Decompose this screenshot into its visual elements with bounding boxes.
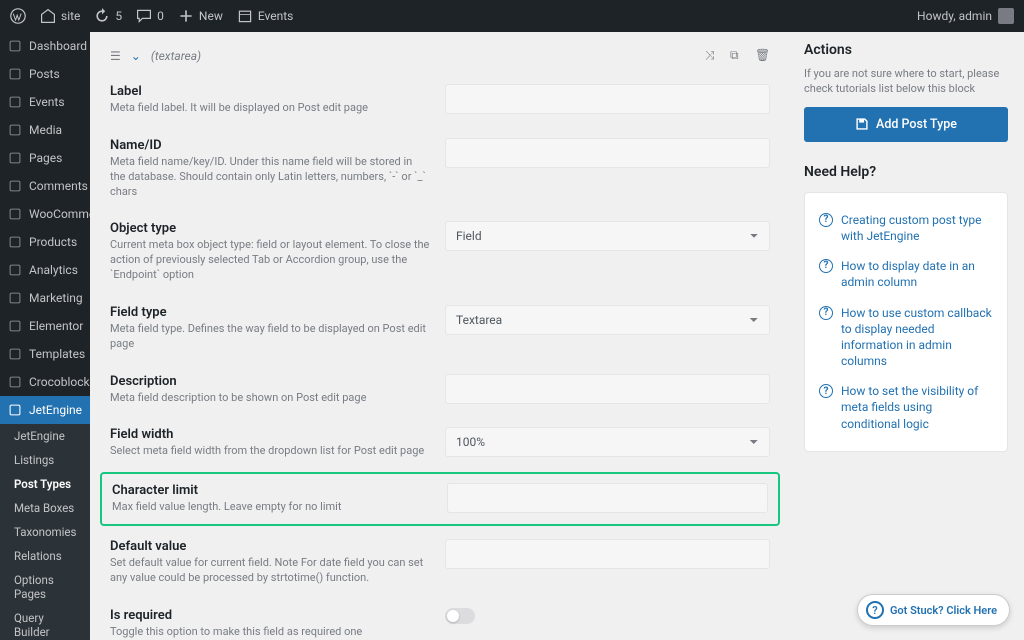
sidebar-item-analytics[interactable]: Analytics — [0, 256, 90, 284]
help-link-3[interactable]: ?How to set the visibility of meta field… — [819, 376, 993, 439]
objtype-desc: Current meta box object type: field or l… — [110, 238, 430, 283]
fieldtype-desc: Meta field type. Defines the way field t… — [110, 322, 430, 352]
question-icon: ? — [819, 384, 833, 398]
description-desc: Meta field description to be shown on Po… — [110, 391, 430, 406]
sidebar-sub-post-types[interactable]: Post Types — [0, 472, 90, 496]
save-icon — [855, 117, 869, 131]
site-link[interactable]: site — [40, 8, 80, 24]
sidebar-sub-taxonomies[interactable]: Taxonomies — [0, 520, 90, 544]
required-label: Is required — [110, 608, 430, 623]
nameid-desc: Meta field name/key/ID. Under this name … — [110, 155, 430, 200]
avatar — [998, 8, 1014, 24]
description-label: Description — [110, 374, 430, 389]
nameid-label: Name/ID — [110, 138, 430, 153]
default-input[interactable] — [445, 539, 770, 569]
sidebar-item-woocommerce[interactable]: WooCommerce — [0, 200, 90, 228]
sidebar-item-elementor[interactable]: Elementor — [0, 312, 90, 340]
shuffle-icon[interactable]: ⤨ — [705, 48, 720, 63]
got-stuck-button[interactable]: ? Got Stuck? Click Here — [857, 594, 1010, 626]
new-link[interactable]: New — [178, 8, 223, 24]
updates-link[interactable]: 5 — [94, 8, 122, 24]
default-desc: Set default value for current field. Not… — [110, 556, 430, 586]
label-desc: Meta field label. It will be displayed o… — [110, 101, 430, 116]
sidebar-sub-listings[interactable]: Listings — [0, 448, 90, 472]
sidebar-sub-query-builder[interactable]: Query Builder — [0, 606, 90, 640]
charlimit-input[interactable] — [447, 483, 768, 513]
collapse-arrow-icon[interactable]: ⌄ — [131, 49, 141, 63]
description-input[interactable] — [445, 374, 770, 404]
label-label: Label — [110, 84, 430, 99]
question-icon: ? — [819, 213, 833, 227]
sidebar-item-jetengine[interactable]: JetEngine — [0, 396, 90, 424]
objtype-label: Object type — [110, 221, 430, 236]
question-icon: ? — [819, 306, 833, 320]
sidebar-item-crocoblock[interactable]: Crocoblock — [0, 368, 90, 396]
required-desc: Toggle this option to make this field as… — [110, 625, 430, 640]
help-link-2[interactable]: ?How to use custom callback to display n… — [819, 298, 993, 377]
sidebar-item-media[interactable]: Media — [0, 116, 90, 144]
objtype-select[interactable]: Field — [445, 221, 770, 251]
sidebar-sub-jetengine[interactable]: JetEngine — [0, 424, 90, 448]
sidebar-sub-options-pages[interactable]: Options Pages — [0, 568, 90, 606]
sidebar-item-templates[interactable]: Templates — [0, 340, 90, 368]
drag-handle-icon[interactable]: ☰ — [110, 49, 121, 63]
label-input[interactable] — [445, 84, 770, 114]
charlimit-desc: Max field value length. Leave empty for … — [112, 500, 432, 515]
sidebar-sub-relations[interactable]: Relations — [0, 544, 90, 568]
question-icon: ? — [866, 601, 884, 619]
help-link-1[interactable]: ?How to display date in an admin column — [819, 251, 993, 297]
admin-sidebar: DashboardPostsEventsMediaPagesCommentsWo… — [0, 32, 90, 640]
default-label: Default value — [110, 539, 430, 554]
actions-title: Actions — [804, 42, 1008, 58]
sidebar-item-pages[interactable]: Pages — [0, 144, 90, 172]
sidebar-item-marketing[interactable]: Marketing — [0, 284, 90, 312]
width-select[interactable]: 100% — [445, 427, 770, 457]
fieldtype-label: Field type — [110, 305, 430, 320]
required-toggle[interactable] — [445, 608, 475, 624]
help-link-0[interactable]: ?Creating custom post type with JetEngin… — [819, 205, 993, 251]
fieldtype-select[interactable]: Textarea — [445, 305, 770, 335]
width-desc: Select meta field width from the dropdow… — [110, 444, 430, 459]
account-menu[interactable]: Howdy, admin — [917, 8, 1014, 24]
help-title: Need Help? — [804, 164, 1008, 180]
delete-icon[interactable]: 🗑 — [755, 48, 770, 63]
add-post-type-button[interactable]: Add Post Type — [804, 107, 1008, 142]
sidebar-item-posts[interactable]: Posts — [0, 60, 90, 88]
sidebar-sub-meta-boxes[interactable]: Meta Boxes — [0, 496, 90, 520]
wp-logo[interactable] — [10, 8, 26, 24]
question-icon: ? — [819, 259, 833, 273]
sidebar-item-comments[interactable]: Comments — [0, 172, 90, 200]
comments-link[interactable]: 0 — [136, 8, 164, 24]
actions-desc: If you are not sure where to start, plea… — [804, 66, 1008, 97]
width-label: Field width — [110, 427, 430, 442]
charlimit-label: Character limit — [112, 483, 432, 498]
copy-icon[interactable]: ⧉ — [730, 48, 745, 63]
events-link[interactable]: Events — [237, 8, 294, 24]
sidebar-item-events[interactable]: Events — [0, 88, 90, 116]
nameid-input[interactable] — [445, 138, 770, 168]
sidebar-item-products[interactable]: Products — [0, 228, 90, 256]
field-type-title: (textarea) — [151, 49, 201, 63]
sidebar-item-dashboard[interactable]: Dashboard — [0, 32, 90, 60]
